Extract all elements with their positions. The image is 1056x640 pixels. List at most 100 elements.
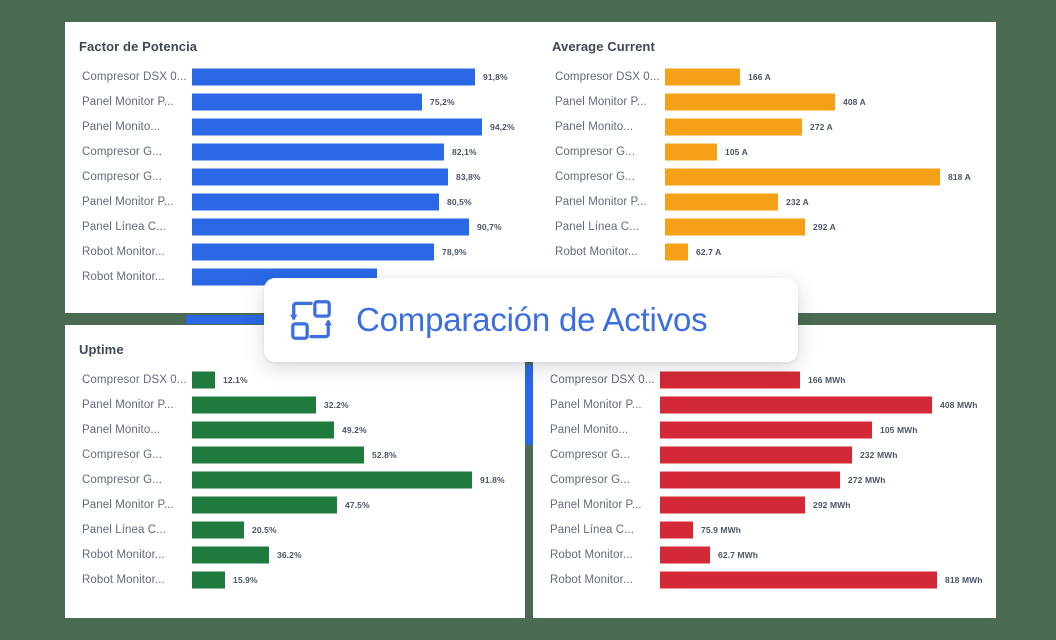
- chart-row[interactable]: Panel Línea C... 20.5%: [65, 517, 525, 542]
- chart-row[interactable]: Compresor G... 91.8%: [65, 467, 525, 492]
- chart-row[interactable]: Compresor G... 232 MWh: [533, 442, 996, 467]
- chart-bar[interactable]: [192, 446, 364, 463]
- chart-row[interactable]: Panel Monitor P... 32.2%: [65, 392, 525, 417]
- chart-bar[interactable]: [192, 243, 434, 260]
- chart-row[interactable]: Compresor G... 105 A: [538, 139, 996, 164]
- chart-bar[interactable]: [192, 143, 444, 160]
- chart-bar[interactable]: [192, 496, 337, 513]
- chart-row[interactable]: Panel Monito... 105 MWh: [533, 417, 996, 442]
- chart-bar[interactable]: [660, 571, 937, 588]
- chart-row-label: Compresor DSX 0...: [550, 373, 655, 386]
- chart-bar[interactable]: [192, 546, 269, 563]
- dashboard-stage: Factor de Potencia Compresor DSX 0... 91,…: [0, 0, 1056, 640]
- chart-row[interactable]: Robot Monitor... 36.2%: [65, 542, 525, 567]
- chart-row[interactable]: Robot Monitor... 78,9%: [65, 239, 538, 264]
- chart-row[interactable]: Panel Monitor P... 408 MWh: [533, 392, 996, 417]
- chart-bar[interactable]: [192, 471, 472, 488]
- chart-bar-value: 49.2%: [342, 424, 367, 435]
- chart-bar-value: 232 MWh: [860, 449, 898, 460]
- bar-chart-factor-de-potencia: Compresor DSX 0... 91,8% Panel Monitor P..…: [65, 64, 538, 313]
- chart-bar[interactable]: [660, 546, 710, 563]
- chart-row[interactable]: Robot Monitor... 818 MWh: [533, 567, 996, 592]
- chart-row[interactable]: Compresor G... 272 MWh: [533, 467, 996, 492]
- chart-bar[interactable]: [660, 521, 693, 538]
- chart-bar[interactable]: [665, 218, 805, 235]
- chart-bar[interactable]: [192, 118, 482, 135]
- chart-bar[interactable]: [665, 118, 802, 135]
- chart-bar[interactable]: [660, 396, 932, 413]
- chart-row[interactable]: Panel Monitor P... 75,2%: [65, 89, 538, 114]
- chart-bar[interactable]: [660, 471, 840, 488]
- chart-bar[interactable]: [192, 168, 448, 185]
- chart-row[interactable]: Panel Línea C... 292 A: [538, 214, 996, 239]
- chart-bar-value: 90,7%: [477, 221, 502, 232]
- chart-bar-area: 62.7 MWh: [660, 542, 996, 567]
- chart-bar[interactable]: [660, 421, 872, 438]
- comparison-overlay-card[interactable]: Comparación de Activos: [264, 278, 798, 362]
- chart-bar[interactable]: [665, 143, 717, 160]
- chart-row[interactable]: Panel Monito... 272 A: [538, 114, 996, 139]
- chart-bar-value: 818 A: [948, 171, 971, 182]
- chart-row-label: Compresor DSX 0...: [82, 70, 187, 83]
- chart-row[interactable]: Compresor DSX 0... 91,8%: [65, 64, 538, 89]
- chart-row[interactable]: Compresor G... 52.8%: [65, 442, 525, 467]
- chart-row[interactable]: Compresor G... 82,1%: [65, 139, 538, 164]
- chart-bar[interactable]: [192, 93, 422, 110]
- chart-bar[interactable]: [660, 446, 852, 463]
- chart-bar[interactable]: [665, 93, 835, 110]
- chart-bar-value: 166 A: [748, 71, 771, 82]
- chart-bar[interactable]: [665, 243, 688, 260]
- chart-row-label: Panel Monitor P...: [550, 398, 642, 411]
- chart-row[interactable]: Robot Monitor... 15.9%: [65, 567, 525, 592]
- chart-row-label: Panel Monitor P...: [555, 195, 647, 208]
- chart-bar[interactable]: [192, 521, 244, 538]
- chart-row[interactable]: Panel Monitor P... 408 A: [538, 89, 996, 114]
- chart-bar-value: 75,2%: [430, 96, 455, 107]
- chart-row[interactable]: Panel Monito... 49.2%: [65, 417, 525, 442]
- chart-bar-area: 80,5%: [192, 189, 538, 214]
- chart-row[interactable]: Panel Monitor P... 80,5%: [65, 189, 538, 214]
- chart-bar-value: 408 A: [843, 96, 866, 107]
- chart-row[interactable]: Robot Monitor... 62.7 A: [538, 239, 996, 264]
- chart-bar[interactable]: [665, 193, 778, 210]
- chart-bar[interactable]: [192, 421, 334, 438]
- chart-bar-value: 166 MWh: [808, 374, 846, 385]
- chart-bar-area: 166 MWh: [660, 367, 996, 392]
- chart-row[interactable]: Robot Monitor... 62.7 MWh: [533, 542, 996, 567]
- chart-row[interactable]: Panel Monitor P... 47.5%: [65, 492, 525, 517]
- panel-uptime[interactable]: Uptime Compresor DSX 0... 12.1% Panel Moni…: [65, 325, 525, 618]
- chart-row[interactable]: Compresor DSX 0... 166 A: [538, 64, 996, 89]
- chart-bar[interactable]: [192, 396, 316, 413]
- chart-row[interactable]: Panel Línea C... 75.9 MWh: [533, 517, 996, 542]
- chart-bar[interactable]: [192, 571, 225, 588]
- chart-bar[interactable]: [665, 68, 740, 85]
- chart-bar-area: 75,2%: [192, 89, 538, 114]
- chart-row-label: Robot Monitor...: [550, 548, 633, 561]
- chart-bar-area: 91.8%: [192, 467, 525, 492]
- chart-bar-area: 408 A: [665, 89, 996, 114]
- chart-row[interactable]: Compresor G... 83,8%: [65, 164, 538, 189]
- chart-bar[interactable]: [660, 371, 800, 388]
- chart-row[interactable]: Compresor DSX 0... 166 MWh: [533, 367, 996, 392]
- panel-factor-de-potencia[interactable]: Factor de Potencia Compresor DSX 0... 91,…: [65, 22, 538, 313]
- chart-row[interactable]: Compresor DSX 0... 12.1%: [65, 367, 525, 392]
- chart-row-label: Compresor G...: [82, 170, 163, 183]
- chart-row[interactable]: Panel Línea C... 90,7%: [65, 214, 538, 239]
- chart-row-label: Robot Monitor...: [82, 245, 165, 258]
- chart-row[interactable]: Panel Monito... 94,2%: [65, 114, 538, 139]
- chart-row-label: Panel Monitor P...: [82, 95, 174, 108]
- chart-bar[interactable]: [192, 68, 475, 85]
- chart-bar[interactable]: [665, 168, 940, 185]
- chart-bar[interactable]: [660, 496, 805, 513]
- chart-row-label: Panel Línea C...: [555, 220, 640, 233]
- chart-bar-value: 12.1%: [223, 374, 248, 385]
- chart-bar[interactable]: [192, 371, 215, 388]
- chart-row[interactable]: Panel Monitor P... 232 A: [538, 189, 996, 214]
- chart-row[interactable]: Compresor G... 818 A: [538, 164, 996, 189]
- chart-row[interactable]: Panel Monitor P... 292 MWh: [533, 492, 996, 517]
- chart-bar[interactable]: [192, 218, 469, 235]
- chart-bar[interactable]: [192, 193, 439, 210]
- panel-energy[interactable]: Compresor DSX 0... 166 MWh Panel Monitor P…: [533, 325, 996, 618]
- panel-average-current[interactable]: Average Current Compresor DSX 0... 166 A P…: [538, 22, 996, 313]
- chart-bar-area: 78,9%: [192, 239, 538, 264]
